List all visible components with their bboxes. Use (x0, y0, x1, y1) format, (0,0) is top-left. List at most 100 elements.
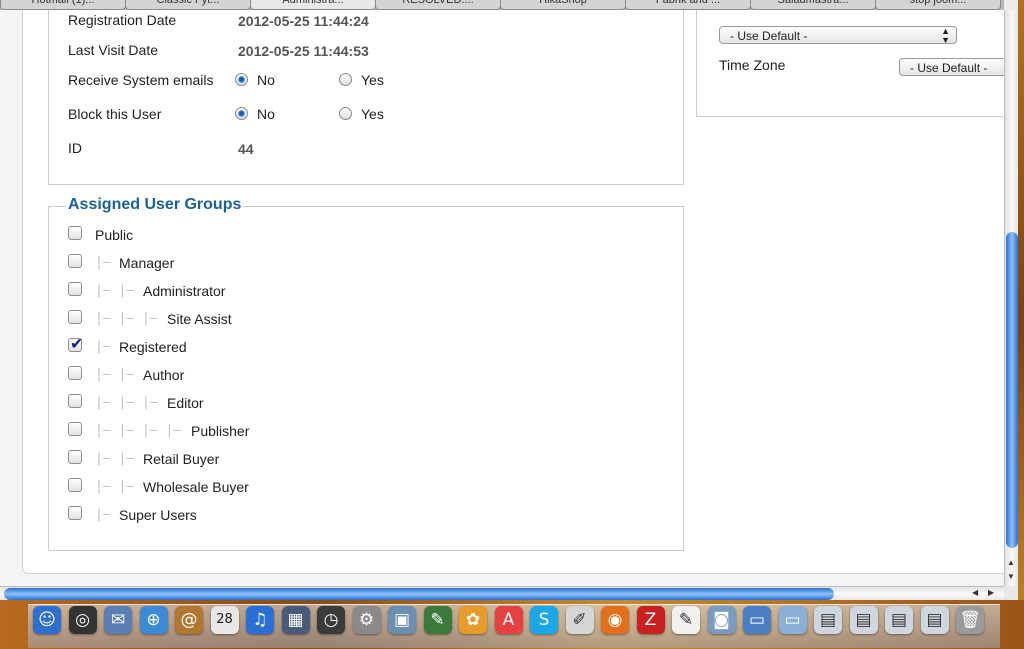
addressbook-icon[interactable]: @ (175, 606, 203, 634)
block-user-no-radio[interactable] (235, 107, 248, 120)
browser-tab[interactable]: Hotmail (1)... (0, 0, 126, 10)
finder-icon[interactable]: ☺ (33, 606, 61, 634)
browser-tab-strip: Hotmail (1)... Classic Fyt... Administra… (0, 0, 1004, 10)
group-label[interactable]: Author (143, 367, 184, 383)
window1-icon[interactable]: ▤ (814, 606, 842, 634)
vertical-scrollbar[interactable]: ▲ ▼ (1004, 10, 1019, 586)
receive-emails-no-radio[interactable] (235, 73, 248, 86)
group-checkbox[interactable] (68, 334, 83, 353)
horizontal-scroll-thumb[interactable] (4, 588, 834, 600)
mail-icon[interactable]: ✉ (104, 606, 132, 634)
receive-emails-yes-radio[interactable] (339, 73, 352, 86)
receive-emails-yes-label[interactable]: Yes (361, 72, 384, 88)
select-arrows-icon: ▲ ▼ (941, 26, 950, 44)
pdf-icon[interactable]: A (494, 606, 523, 634)
group-checkbox[interactable] (68, 226, 82, 240)
group-label[interactable]: Public (95, 227, 133, 243)
group-checkbox[interactable] (68, 366, 82, 380)
horizontal-scrollbar[interactable]: ◀ ▶ (0, 586, 1004, 601)
receive-emails-no-label[interactable]: No (257, 72, 275, 88)
default-select[interactable]: - Use Default - ▲ ▼ (719, 26, 957, 44)
filezilla-icon[interactable]: Z (636, 606, 665, 634)
tree-indent-icon: |— (95, 507, 111, 522)
registration-date-label: Registration Date (68, 12, 177, 28)
timemachine-icon[interactable]: ◷ (317, 606, 345, 634)
window4-icon[interactable]: ▤ (920, 606, 949, 634)
window3-icon[interactable]: ▤ (885, 606, 913, 634)
tree-indent-icon: |— (95, 255, 111, 270)
tree-indent-icon: |— |— |— (95, 311, 158, 326)
window2-icon[interactable]: ▤ (849, 606, 878, 634)
tree-indent-icon: |— |— (95, 367, 135, 382)
browser-tab[interactable]: stop joom... (875, 0, 1001, 10)
group-label[interactable]: Administrator (143, 283, 225, 299)
iphoto2-icon[interactable]: ◙ (707, 606, 736, 634)
tree-indent-icon: |— |— |— (95, 395, 158, 410)
scroll-right-arrow-icon[interactable]: ▶ (988, 588, 994, 597)
browser-tab[interactable]: RESOLVED:... (375, 0, 501, 10)
group-label[interactable]: Manager (119, 255, 174, 271)
scrollbar-corner (1004, 586, 1018, 600)
preview-icon[interactable]: ✐ (565, 606, 594, 634)
tree-indent-icon: |— |— |— |— (95, 423, 182, 438)
group-label[interactable]: Site Assist (167, 311, 232, 327)
scroll-down-arrow-icon[interactable]: ▼ (1007, 572, 1015, 581)
browser-tab-active[interactable]: Administra... (250, 0, 376, 10)
trash-icon[interactable]: 🗑 (956, 606, 984, 634)
tree-indent-icon: |— |— (95, 283, 135, 298)
group-checkbox[interactable] (68, 310, 82, 324)
assigned-groups-legend: Assigned User Groups (66, 196, 244, 214)
group-label[interactable]: Publisher (191, 423, 249, 439)
ical-icon[interactable]: 28 (210, 606, 239, 634)
account-details-fieldset (48, 10, 684, 185)
safari-icon[interactable]: ⊕ (139, 606, 168, 634)
group-checkbox[interactable] (68, 450, 82, 464)
flower-icon[interactable]: ✿ (459, 606, 487, 634)
group-checkbox[interactable] (68, 394, 82, 408)
browser-tab[interactable]: Fabrik and ... (625, 0, 751, 10)
group-checkbox[interactable] (68, 478, 82, 492)
group-checkbox[interactable] (68, 282, 82, 296)
desktop-wallpaper (1018, 0, 1024, 649)
block-user-no-label[interactable]: No (257, 106, 275, 122)
tree-indent-icon: |— |— (95, 479, 135, 494)
firefox-icon[interactable]: ◉ (601, 606, 629, 634)
folder-icon[interactable]: ▭ (743, 606, 771, 634)
browser-tab[interactable]: Saladmastra... (750, 0, 876, 10)
id-label: ID (68, 140, 82, 156)
scroll-left-arrow-icon[interactable]: ◀ (972, 588, 978, 597)
systemprefs-icon[interactable]: ⚙ (352, 606, 381, 634)
timezone-label: Time Zone (719, 57, 786, 73)
timezone-select-value: - Use Default - (910, 61, 988, 75)
group-label[interactable]: Retail Buyer (143, 451, 219, 467)
spaces-icon[interactable]: ▦ (281, 606, 310, 634)
id-value: 44 (238, 141, 254, 157)
group-label[interactable]: Super Users (119, 507, 197, 523)
folder2-icon[interactable]: ▭ (778, 606, 807, 634)
textedit-icon[interactable]: ✎ (672, 606, 700, 634)
group-label[interactable]: Registered (119, 339, 187, 355)
block-user-label: Block this User (68, 106, 162, 122)
group-label[interactable]: Editor (167, 395, 204, 411)
timezone-select[interactable]: - Use Default - (899, 58, 1004, 76)
group-checkbox[interactable] (68, 422, 82, 436)
iphoto-icon[interactable]: ▣ (388, 606, 416, 634)
block-user-yes-radio[interactable] (339, 107, 352, 120)
last-visit-value: 2012-05-25 11:44:53 (238, 43, 369, 59)
group-checkbox[interactable] (68, 254, 82, 268)
vertical-scroll-thumb[interactable] (1006, 232, 1018, 548)
group-label[interactable]: Wholesale Buyer (143, 479, 249, 495)
quill-icon[interactable]: ✎ (423, 606, 452, 634)
group-checkbox[interactable] (68, 506, 82, 520)
browser-tab[interactable]: HikaShop (500, 0, 626, 10)
tree-indent-icon: |— |— (95, 451, 135, 466)
last-visit-label: Last Visit Date (68, 42, 159, 58)
browser-tab[interactable]: Classic Fyt... (125, 0, 251, 10)
receive-emails-label: Receive System emails (68, 72, 214, 88)
itunes-icon[interactable]: ♫ (246, 606, 274, 634)
scroll-up-arrow-icon[interactable]: ▲ (1007, 558, 1015, 567)
page-viewport: Registration Date 2012-05-25 11:44:24 La… (0, 10, 1004, 586)
block-user-yes-label[interactable]: Yes (361, 106, 384, 122)
skype-icon[interactable]: S (530, 606, 558, 634)
dashboard-icon[interactable]: ◎ (68, 606, 97, 634)
